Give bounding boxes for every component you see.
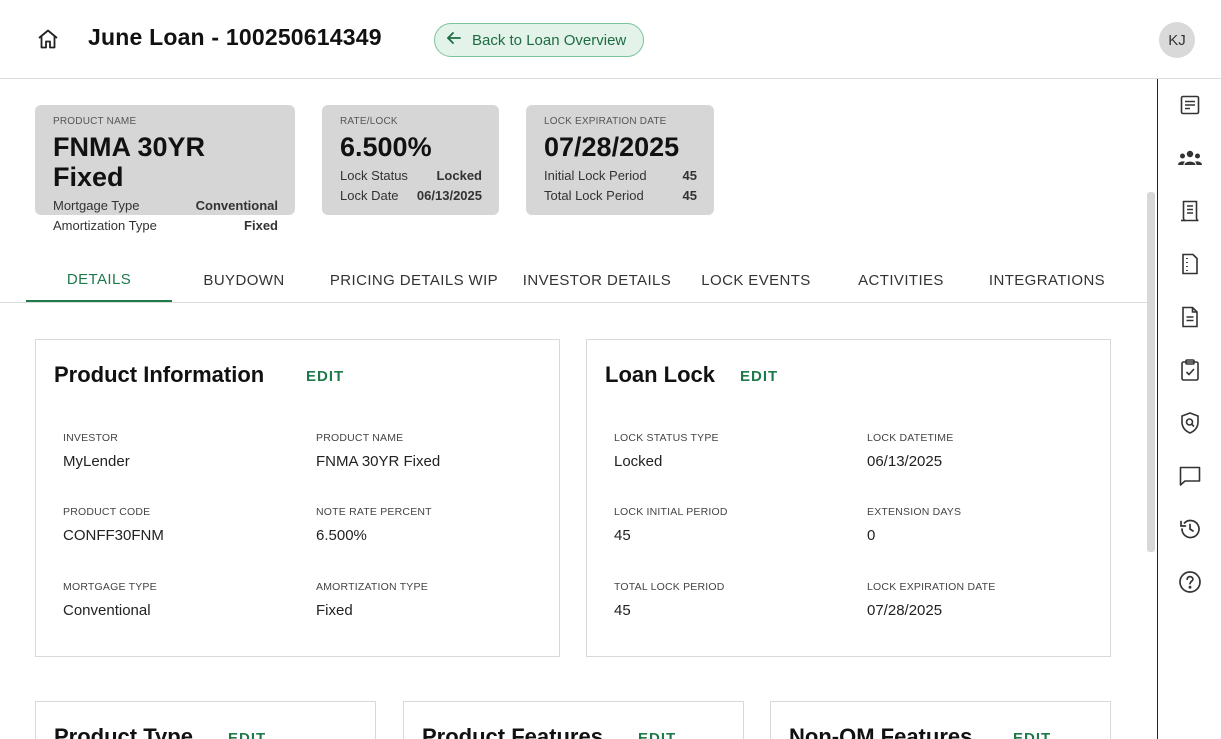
scrollbar-thumb[interactable] [1147,192,1155,552]
summary-val: Locked [436,168,482,183]
field-value: MyLender [63,453,130,470]
summary-val: 45 [682,188,697,203]
card-title: Loan Lock [605,362,716,387]
summary-val: 06/13/2025 [416,188,482,203]
help-icon[interactable] [1176,568,1204,596]
summary-card-rate: RATE/LOCK 6.500% Lock Status Locked Lock … [322,105,499,215]
field-label: AMORTIZATION TYPE [316,581,428,593]
summary-card-lock-expiration: LOCK EXPIRATION DATE 07/28/2025 Initial … [526,105,714,215]
document-text-icon[interactable] [1176,303,1204,331]
edit-loan-lock-button[interactable]: EDIT [740,368,778,385]
non-qm-features-card: Non-QM Features EDIT [770,701,1111,739]
field-total-lock-period: TOTAL LOCK PERIOD 45 [614,581,725,619]
field-label: LOCK STATUS TYPE [614,432,719,444]
summary-key: Lock Status [340,168,408,183]
card-title: Product Type [54,724,193,739]
shield-search-icon[interactable] [1176,409,1204,437]
summary-value: FNMA 30YR Fixed [53,132,206,192]
field-value: Fixed [316,602,353,619]
summary-key: Mortgage Type [53,198,140,213]
field-label: INVESTOR [63,432,119,444]
avatar[interactable]: KJ [1159,22,1195,58]
summary-key: Total Lock Period [544,188,644,203]
right-tool-rail [1157,79,1221,739]
tab-integrations[interactable]: INTEGRATIONS [982,258,1112,302]
tab-details[interactable]: DETAILS [26,258,172,302]
field-label: PRODUCT NAME [316,432,404,444]
field-extension-days: EXTENSION DAYS 0 [867,506,961,544]
field-mortgage-type: MORTGAGE TYPE Conventional [63,581,157,619]
summary-val: Fixed [244,218,278,233]
field-product-name: PRODUCT NAME FNMA 30YR Fixed [316,432,440,470]
field-label: NOTE RATE PERCENT [316,506,432,518]
summary-key: Lock Date [340,188,399,203]
top-header: June Loan - 100250614349 Back to Loan Ov… [0,0,1221,79]
summary-val: 45 [682,168,697,183]
field-label: EXTENSION DAYS [867,506,962,518]
field-label: LOCK DATETIME [867,432,954,444]
tab-pricing-details-wip[interactable]: PRICING DETAILS WIP [326,258,502,302]
team-icon[interactable] [1176,144,1204,172]
arrow-left-icon [446,31,462,49]
checklist-document-icon[interactable] [1176,91,1204,119]
tab-activities[interactable]: ACTIVITIES [838,258,964,302]
edit-product-information-button[interactable]: EDIT [306,368,344,385]
product-features-card: Product Features EDIT [403,701,744,739]
summary-key: Amortization Type [53,218,157,233]
back-button-label: Back to Loan Overview [472,31,627,49]
edit-product-features-button[interactable]: EDIT [638,730,676,739]
summary-label: RATE/LOCK [340,116,398,127]
field-value: 07/28/2025 [867,602,943,619]
tab-buydown[interactable]: BUYDOWN [180,258,308,302]
field-investor: INVESTOR MyLender [63,432,130,470]
field-lock-datetime: LOCK DATETIME 06/13/2025 [867,432,953,470]
field-label: LOCK EXPIRATION DATE [867,581,996,593]
card-title: Non-QM Features [789,724,973,739]
summary-val: Conventional [195,198,278,213]
card-title: Product Features [422,724,603,739]
chat-icon[interactable] [1176,462,1204,490]
edit-non-qm-features-button[interactable]: EDIT [1013,730,1051,739]
edit-product-type-button[interactable]: EDIT [228,730,266,739]
summary-label: PRODUCT NAME [53,116,137,127]
field-product-code: PRODUCT CODE CONFF30FNM [63,506,164,544]
product-information-card: Product Information EDIT INVESTOR MyLend… [35,339,560,657]
home-icon[interactable] [35,26,61,52]
field-lock-status-type: LOCK STATUS TYPE Locked [614,432,719,470]
field-value: 45 [614,602,631,619]
summary-value: 6.500% [340,132,432,162]
summary-label: LOCK EXPIRATION DATE [544,116,667,127]
field-label: PRODUCT CODE [63,506,151,518]
card-title: Product Information [54,362,265,387]
back-to-loan-overview-button[interactable]: Back to Loan Overview [434,23,645,57]
receipt-icon[interactable] [1176,197,1204,225]
field-value: Conventional [63,602,151,619]
field-lock-initial-period: LOCK INITIAL PERIOD 45 [614,506,728,544]
field-value: 0 [867,527,876,544]
field-label: MORTGAGE TYPE [63,581,157,593]
tab-lock-events[interactable]: LOCK EVENTS [692,258,820,302]
field-amortization-type: AMORTIZATION TYPE Fixed [316,581,428,619]
summary-card-product: PRODUCT NAME FNMA 30YR Fixed Mortgage Ty… [35,105,295,233]
product-type-card: Product Type EDIT [35,701,376,739]
summary-value: 07/28/2025 [544,132,680,162]
field-lock-expiration-date: LOCK EXPIRATION DATE 07/28/2025 [867,581,995,619]
document-dashed-icon[interactable] [1176,250,1204,278]
field-note-rate-percent: NOTE RATE PERCENT 6.500% [316,506,432,544]
clipboard-check-icon[interactable] [1176,356,1204,384]
field-value: 45 [614,527,631,544]
summary-key: Initial Lock Period [544,168,647,183]
history-icon[interactable] [1176,515,1204,543]
field-value: 6.500% [316,527,367,544]
tab-investor-details[interactable]: INVESTOR DETAILS [520,258,674,302]
field-value: 06/13/2025 [867,453,943,470]
page-title: June Loan - 100250614349 [88,24,382,50]
loan-lock-card: Loan Lock EDIT LOCK STATUS TYPE Locked L… [586,339,1111,657]
field-value: Locked [614,453,663,470]
field-value: CONFF30FNM [63,527,164,544]
tab-bar: DETAILS BUYDOWN PRICING DETAILS WIP INVE… [0,258,1147,303]
field-label: LOCK INITIAL PERIOD [614,506,728,518]
field-label: TOTAL LOCK PERIOD [614,581,725,593]
field-value: FNMA 30YR Fixed [316,453,441,470]
